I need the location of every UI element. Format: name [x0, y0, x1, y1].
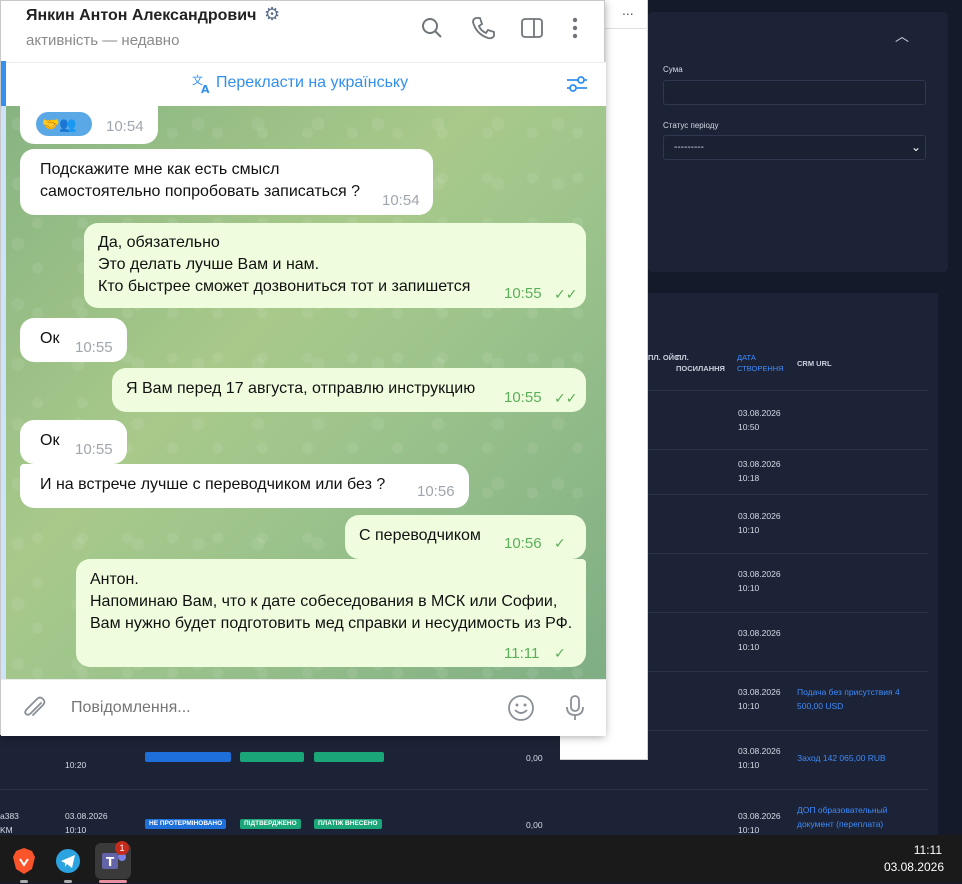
message-incoming[interactable]: Ок 10:55 [20, 420, 127, 464]
svg-text:A: A [201, 83, 210, 95]
clock-time[interactable]: 11:11 [914, 843, 942, 857]
table-row[interactable]: 03.08.2026 10:10 [738, 685, 781, 713]
col-header-created[interactable]: ДАТА СТВОРЕННЯ [737, 352, 792, 374]
status-badge: НЕ ПРОТЕРМІНОВАНО [145, 819, 227, 829]
message-time: 10:55 [75, 339, 113, 356]
message-time: 10:55 [504, 285, 542, 302]
message-text: Ок [40, 432, 60, 449]
table-row[interactable]: 03.08.2026 10:10 [738, 509, 781, 537]
translate-icon: 文A [192, 73, 210, 95]
row-amount: 0,00 [526, 753, 543, 763]
crm-url-link[interactable]: Заход 142 065,00 RUB [797, 751, 917, 765]
col-header-crm-url: CRM URL [797, 359, 832, 368]
row-left: a383 KM [0, 811, 19, 835]
telegram-window: Янкин Антон Александрович ⚙ активність —… [0, 0, 606, 736]
status-badge: ПЛАТІЖ ВНЕСЕНО [314, 819, 382, 829]
row-amount: 0,00 [526, 820, 543, 830]
status-badge [240, 752, 304, 762]
teams-app-icon[interactable]: T 1 [95, 841, 131, 883]
sum-input[interactable] [663, 80, 926, 105]
check-icon: ✓ [554, 645, 566, 661]
table-row[interactable]: 03.08.2026 10:10 [738, 626, 781, 654]
check-icon: ✓ [554, 535, 566, 551]
phone-icon[interactable] [470, 15, 496, 41]
table-row[interactable]: 03.08.2026 10:10 [738, 567, 781, 595]
notification-badge: 1 [115, 841, 129, 855]
message-incoming[interactable]: Подскажите мне как есть смысл самостояте… [20, 149, 433, 215]
settings-sliders-icon[interactable] [565, 73, 589, 95]
telegram-plane-icon [56, 849, 80, 873]
message-time: 10:56 [417, 483, 455, 500]
table-row[interactable]: 03.08.2026 10:18 [738, 457, 781, 485]
chat-title[interactable]: Янкин Антон Александрович [26, 7, 256, 25]
microphone-icon[interactable] [562, 693, 588, 723]
message-outgoing[interactable]: Я Вам перед 17 августа, отправлю инструк… [112, 368, 586, 412]
clock-date[interactable]: 03.08.2026 [884, 860, 944, 874]
message-time: 10:55 [75, 441, 113, 458]
more-vertical-icon[interactable] [562, 15, 588, 41]
table-row[interactable]: 03.08.2026 10:10 [738, 744, 781, 772]
message-text: Я Вам перед 17 августа, отправлю инструк… [126, 380, 476, 397]
translate-bar[interactable]: 文A Перекласти на українську [6, 62, 606, 106]
gear-badge-icon: ⚙ [264, 4, 281, 24]
search-icon[interactable] [419, 15, 445, 41]
message-time: 10:54 [382, 192, 420, 209]
status-select-value: --------- [674, 142, 704, 153]
message-incoming[interactable]: 🤝👥 10:54 [20, 106, 158, 144]
message-input[interactable] [69, 698, 449, 718]
collapse-chevron-icon[interactable]: ︿ [895, 26, 909, 46]
chat-status: активність — недавно [26, 32, 180, 49]
message-outgoing[interactable]: Антон. Напоминаю Вам, что к дате собесед… [76, 559, 586, 667]
row-date: 03.08.2026 10:10 [65, 811, 108, 835]
message-outgoing[interactable]: Да, обязательно Это делать лучше Вам и н… [84, 223, 586, 308]
brave-lion-icon [13, 848, 35, 874]
chat-area[interactable]: 🤝👥 10:54 Подскажите мне как есть смысл с… [6, 106, 606, 679]
message-time: 10:54 [106, 118, 144, 135]
message-outgoing[interactable]: С переводчиком 10:56 ✓ [345, 515, 586, 559]
message-incoming[interactable]: Ок 10:55 [20, 318, 127, 362]
brave-app-icon[interactable] [6, 843, 42, 883]
crm-url-link[interactable]: ДОП образовательный документ (переплата) [797, 803, 917, 831]
chevron-down-icon: ⌄ [910, 140, 921, 154]
sum-label: Сума [663, 65, 683, 74]
emoji-icon[interactable] [506, 693, 536, 723]
col-header-pl-link: ПЛ. ПОСИЛАННЯ [676, 353, 725, 373]
taskbar: T 1 11:11 03.08.2026 [0, 835, 962, 883]
more-menu-icon[interactable]: ... [622, 2, 634, 18]
message-text: 🤝👥 [42, 116, 77, 132]
col-header-pl-ois: ПЛ. ОЙС [648, 353, 680, 362]
message-time: 10:56 [504, 535, 542, 552]
message-text: И на встрече лучше с переводчиком или бе… [40, 476, 386, 493]
status-badge [314, 752, 384, 762]
message-time: 11:11 [504, 645, 540, 662]
message-text: С переводчиком [359, 527, 481, 544]
message-text: Подскажите мне как есть смысл самостояте… [40, 161, 360, 200]
message-text: Да, обязательно Это делать лучше Вам и н… [98, 234, 471, 295]
message-incoming[interactable]: И на встрече лучше с переводчиком или бе… [20, 464, 469, 508]
status-badge: ПІДТВЕРДЖЕНО [240, 819, 301, 829]
attach-icon[interactable] [21, 694, 49, 722]
status-select[interactable]: --------- ⌄ [663, 135, 926, 160]
table-row[interactable]: 03.08.2026 10:50 [738, 406, 781, 434]
message-time: 10:55 [504, 389, 542, 406]
message-text: Антон. Напоминаю Вам, что к дате собесед… [90, 571, 573, 632]
divider [605, 28, 648, 29]
telegram-app-icon[interactable] [50, 843, 86, 883]
table-row[interactable]: 03.08.2026 10:10 [738, 809, 781, 837]
translate-label[interactable]: Перекласти на українську [216, 74, 408, 92]
message-text: Ок [40, 330, 60, 347]
status-label: Статус періоду [663, 121, 719, 130]
double-check-icon: ✓✓ [554, 390, 578, 406]
status-badge [145, 752, 231, 762]
crm-url-link[interactable]: Подача без присутствия 4 500,00 USD [797, 685, 912, 713]
svg-text:T: T [106, 855, 115, 869]
double-check-icon: ✓✓ [554, 286, 578, 302]
message-composer [1, 679, 606, 736]
left-accent-bar [1, 61, 6, 106]
row-divider [0, 789, 928, 790]
row-time: 10:20 [65, 760, 87, 770]
sidebar-toggle-icon[interactable] [519, 15, 545, 41]
